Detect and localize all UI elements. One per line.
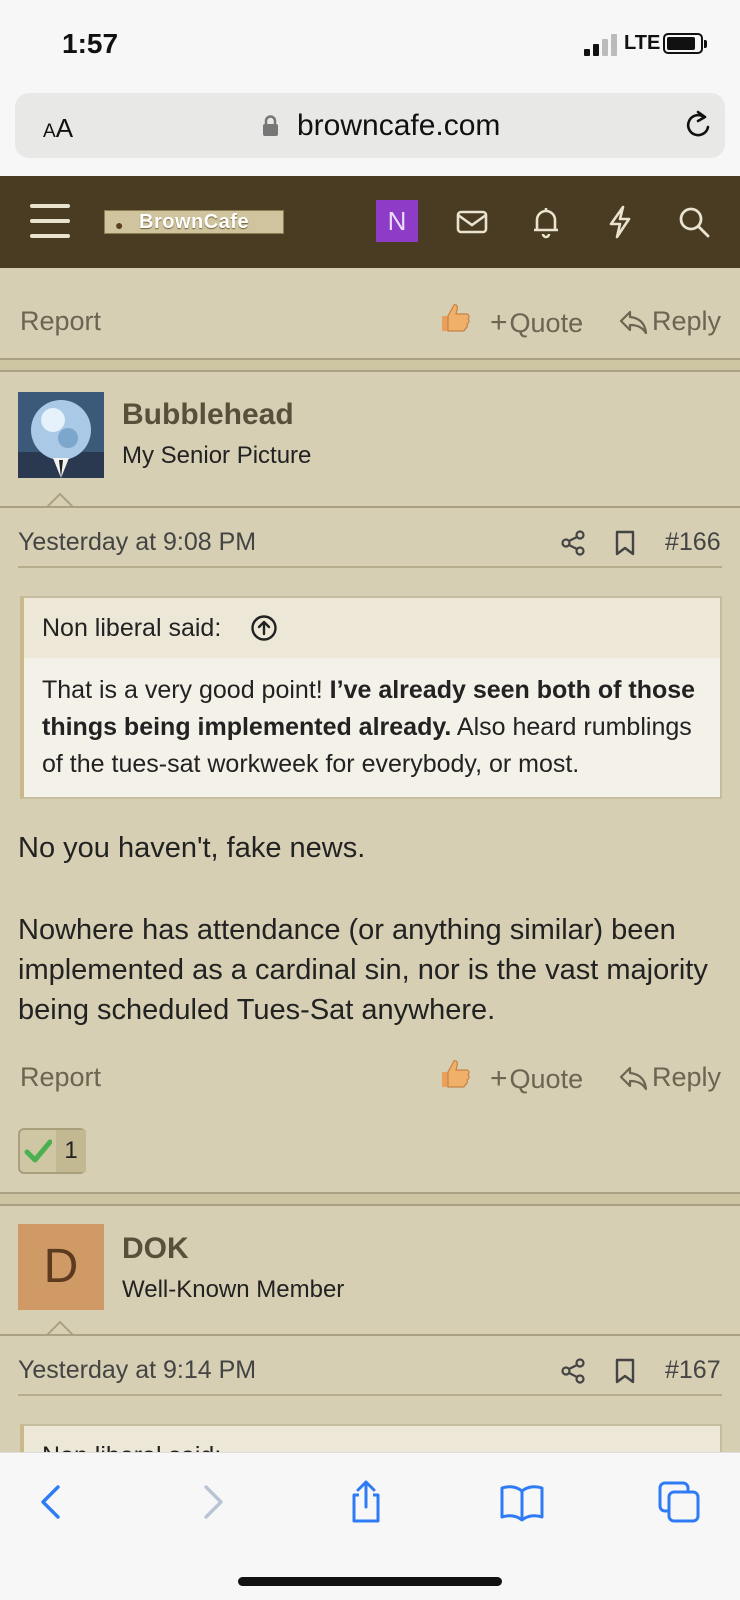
check-icon — [24, 1139, 52, 1163]
url-text[interactable]: browncafe.com — [297, 109, 500, 143]
reaction-summary[interactable]: 1 — [18, 1128, 86, 1174]
menu-icon[interactable] — [30, 202, 70, 240]
like-icon[interactable] — [438, 300, 472, 334]
lightning-icon[interactable] — [602, 204, 638, 240]
reply-icon — [619, 1066, 648, 1091]
browser-address-area: AA browncafe.com — [0, 88, 740, 176]
tabs-icon[interactable] — [656, 1479, 702, 1525]
reply-link[interactable]: Reply — [618, 1062, 721, 1093]
share-sheet-icon[interactable] — [343, 1479, 389, 1525]
bear-logo-icon: ● — [115, 217, 124, 233]
post-number[interactable]: #166 — [665, 528, 721, 557]
user-title: My Senior Picture — [122, 442, 312, 469]
share-icon[interactable] — [560, 1358, 586, 1384]
quote-link[interactable]: +Quote — [490, 306, 583, 340]
lock-icon — [263, 115, 278, 136]
quote-author: Non liberal said: — [42, 614, 222, 642]
post-separator — [0, 358, 740, 372]
user-info: D DOK Well-Known Member — [0, 1206, 740, 1346]
battery-icon — [663, 33, 707, 54]
reaction-count: 1 — [56, 1130, 86, 1172]
bookmarks-book-icon[interactable] — [499, 1479, 545, 1525]
bookmark-icon[interactable] — [614, 1358, 636, 1384]
post-separator — [0, 1192, 740, 1206]
quote-header[interactable]: Non liberal said: — [24, 598, 720, 658]
text-size-button[interactable]: AA — [43, 113, 73, 144]
status-bar: 1:57 LTE — [0, 0, 740, 88]
post-message-line: No you haven't, fake news. — [18, 832, 366, 864]
meta-divider — [18, 566, 722, 568]
avatar-dok[interactable]: D — [18, 1224, 104, 1310]
network-type: LTE — [624, 32, 661, 54]
post-meta: Yesterday at 9:08 PM #166 — [0, 524, 740, 564]
post-date[interactable]: Yesterday at 9:08 PM — [18, 528, 256, 557]
user-title: Well-Known Member — [122, 1276, 345, 1303]
quote-body: That is a very good point! I’ve already … — [42, 676, 696, 778]
reply-icon — [619, 310, 648, 335]
quote-link[interactable]: +Quote — [490, 1062, 583, 1096]
forward-icon[interactable] — [188, 1479, 234, 1525]
report-link[interactable]: Report — [20, 306, 101, 337]
thread-content: Report +Quote Reply Bubblehead My Senior… — [0, 268, 740, 1453]
reload-icon[interactable] — [683, 109, 713, 141]
home-indicator[interactable] — [238, 1577, 502, 1586]
arrow-up-circle-icon[interactable] — [250, 614, 278, 642]
post-actions: Report +Quote Reply — [0, 1054, 740, 1104]
bell-icon[interactable] — [528, 204, 564, 240]
back-icon[interactable] — [30, 1479, 76, 1525]
signal-icon — [584, 34, 618, 56]
username[interactable]: Bubblehead — [122, 398, 294, 432]
user-avatar[interactable]: N — [376, 200, 418, 242]
bookmark-icon[interactable] — [614, 530, 636, 556]
address-bar[interactable]: AA browncafe.com — [15, 93, 725, 158]
report-link[interactable]: Report — [20, 1062, 101, 1093]
share-icon[interactable] — [560, 530, 586, 556]
user-info: Bubblehead My Senior Picture — [0, 372, 740, 512]
username[interactable]: DOK — [122, 1232, 189, 1266]
post-date[interactable]: Yesterday at 9:14 PM — [18, 1356, 256, 1385]
site-nav: ● BrownCafe N — [0, 176, 740, 268]
mail-icon[interactable] — [454, 204, 490, 240]
user-divider — [0, 1334, 740, 1336]
quote-block[interactable]: Non liberal said: — [20, 1424, 722, 1453]
post-actions: Report +Quote Reply — [0, 298, 740, 348]
reply-link[interactable]: Reply — [618, 306, 721, 337]
post-meta: Yesterday at 9:14 PM #167 — [0, 1352, 740, 1392]
quote-block: Non liberal said: That is a very good po… — [20, 596, 722, 799]
search-icon[interactable] — [676, 204, 712, 240]
post-number[interactable]: #167 — [665, 1356, 721, 1385]
post-message-paragraph: Nowhere has attendance (or anything simi… — [18, 914, 708, 1026]
user-divider — [0, 506, 740, 508]
meta-divider — [18, 1394, 722, 1396]
status-time: 1:57 — [62, 28, 119, 59]
avatar-bubblehead[interactable] — [18, 392, 104, 478]
like-icon[interactable] — [438, 1056, 472, 1090]
site-logo[interactable]: ● BrownCafe — [104, 210, 284, 234]
